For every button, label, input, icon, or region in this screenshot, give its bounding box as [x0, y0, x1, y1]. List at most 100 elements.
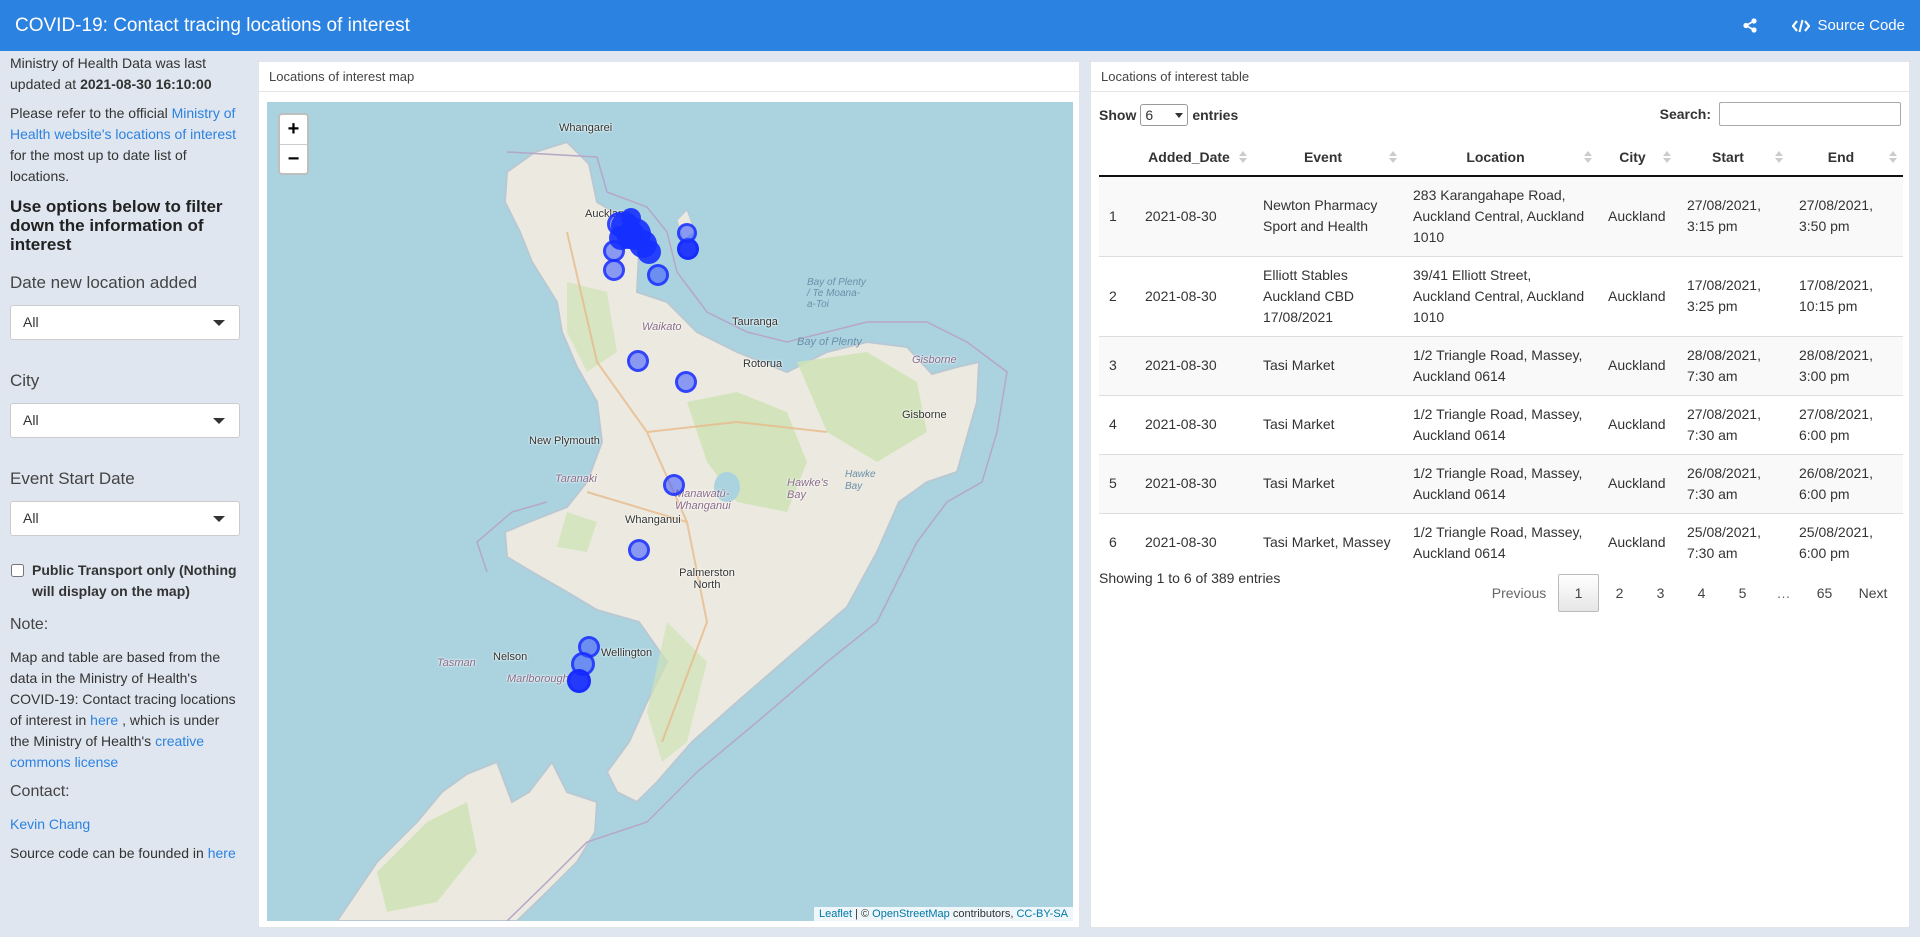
location-marker[interactable]: [677, 223, 697, 243]
table-row[interactable]: 1 2021-08-30 Newton Pharmacy Sport and H…: [1099, 175, 1903, 256]
refer-text: Please refer to the official Ministry of…: [10, 103, 240, 187]
contact-link[interactable]: Kevin Chang: [10, 816, 90, 832]
source-text-prefix: Source code can be founded in: [10, 845, 208, 861]
table-row[interactable]: 2 2021-08-30 Elliott Stables Auckland CB…: [1099, 255, 1903, 336]
cell-added-date: 2021-08-30: [1135, 453, 1253, 513]
osm-link[interactable]: OpenStreetMap: [872, 908, 950, 920]
zoom-in-button[interactable]: +: [280, 115, 307, 144]
source-code-here-link[interactable]: here: [208, 845, 236, 861]
event-start-select[interactable]: All: [10, 501, 240, 536]
page-button-2[interactable]: 2: [1599, 574, 1640, 612]
cell-start: 27/08/2021, 3:15 pm: [1677, 175, 1789, 256]
col-header-location-label: Location: [1466, 148, 1525, 165]
code-icon: [1792, 19, 1811, 32]
cell-index: 1: [1099, 175, 1135, 256]
col-header-added-date-label: Added_Date: [1148, 148, 1230, 165]
cell-index: 6: [1099, 512, 1135, 572]
chevron-down-icon: [1175, 112, 1184, 118]
public-transport-label: Public Transport only (Nothing will disp…: [32, 562, 237, 599]
place-tasman: Tasman: [437, 657, 476, 669]
place-nelson: Nelson: [493, 651, 528, 663]
sort-icon: [1775, 151, 1783, 163]
date-added-select[interactable]: All: [10, 305, 240, 340]
location-marker[interactable]: [567, 669, 591, 693]
table-row[interactable]: 6 2021-08-30 Tasi Market, Massey 1/2 Tri…: [1099, 512, 1903, 572]
note-text: Map and table are based from the data in…: [10, 647, 240, 773]
cell-event: Tasi Market: [1253, 453, 1403, 513]
leaflet-map[interactable]: Whangarei Auckland Waikato Tauranga Bay …: [267, 102, 1073, 921]
col-header-index: [1099, 138, 1135, 177]
refer-suffix: for the most up to date list of location…: [10, 147, 187, 184]
page-button-3[interactable]: 3: [1640, 574, 1681, 612]
zoom-control: + −: [278, 113, 309, 175]
cell-index: 2: [1099, 255, 1135, 336]
zoom-out-button[interactable]: −: [280, 144, 307, 173]
cc-link[interactable]: CC-BY-SA: [1016, 908, 1068, 920]
cell-index: 5: [1099, 453, 1135, 513]
previous-page-button[interactable]: Previous: [1480, 574, 1558, 612]
location-marker[interactable]: [675, 371, 697, 393]
cell-end: 27/08/2021, 3:50 pm: [1789, 175, 1903, 256]
location-marker[interactable]: [663, 474, 685, 496]
table-row[interactable]: 3 2021-08-30 Tasi Market 1/2 Triangle Ro…: [1099, 335, 1903, 395]
sort-icon: [1239, 151, 1247, 163]
col-header-added-date[interactable]: Added_Date: [1135, 138, 1253, 177]
cell-location: 1/2 Triangle Road, Massey, Auckland 0614: [1403, 394, 1598, 454]
table-panel-title: Locations of interest table: [1091, 62, 1909, 92]
col-header-event[interactable]: Event: [1253, 138, 1403, 177]
map-panel: Locations of interest map Whangarei Auck…: [258, 61, 1080, 928]
table-search: Search:: [1660, 102, 1901, 126]
leaflet-link[interactable]: Leaflet: [819, 908, 852, 920]
cell-city: Auckland: [1598, 175, 1677, 256]
pagination: Previous 1 2 3 4 5 … 65 Next: [1480, 574, 1901, 612]
city-select[interactable]: All: [10, 403, 240, 438]
col-header-city[interactable]: City: [1598, 138, 1677, 177]
place-hawke-bay: Hawke Bay: [845, 469, 876, 492]
page-button-65[interactable]: 65: [1804, 574, 1845, 612]
page-ellipsis: …: [1776, 585, 1791, 601]
cell-added-date: 2021-08-30: [1135, 255, 1253, 336]
attribution-sep: | ©: [852, 908, 873, 920]
table-row[interactable]: 4 2021-08-30 Tasi Market 1/2 Triangle Ro…: [1099, 394, 1903, 454]
place-bay-of-plenty-maori: Bay of Plenty / Te Moana-a-Toi: [807, 277, 866, 310]
col-header-location[interactable]: Location: [1403, 138, 1598, 177]
share-button[interactable]: [1743, 18, 1764, 33]
place-whangarei: Whangarei: [559, 122, 613, 134]
search-input[interactable]: [1719, 102, 1901, 126]
city-value: All: [23, 412, 39, 428]
place-gisborne: Gisborne: [902, 409, 947, 421]
date-added-value: All: [23, 314, 39, 330]
location-marker[interactable]: [627, 350, 649, 372]
sort-icon: [1584, 151, 1592, 163]
public-transport-checkbox[interactable]: [11, 564, 24, 577]
page-button-5[interactable]: 5: [1722, 574, 1763, 612]
contact-row: Kevin Chang: [10, 814, 240, 835]
cell-location: 1/2 Triangle Road, Massey, Auckland 0614: [1403, 453, 1598, 513]
cell-city: Auckland: [1598, 335, 1677, 395]
col-header-start-label: Start: [1712, 148, 1744, 165]
place-bay-of-plenty: Bay of Plenty: [797, 336, 862, 348]
place-gisborne-region: Gisborne: [912, 354, 957, 366]
cell-start: 28/08/2021, 7:30 am: [1677, 335, 1789, 395]
app-title: COVID-19: Contact tracing locations of i…: [15, 14, 410, 36]
table-row[interactable]: 5 2021-08-30 Tasi Market 1/2 Triangle Ro…: [1099, 453, 1903, 513]
map-panel-title: Locations of interest map: [259, 62, 1079, 92]
show-label: Show: [1099, 107, 1137, 123]
auckland-marker-cluster[interactable]: [603, 202, 671, 272]
refer-prefix: Please refer to the official: [10, 105, 172, 121]
page-length-select[interactable]: 6: [1140, 104, 1189, 126]
place-marlborough: Marlborough: [507, 673, 569, 685]
col-header-end[interactable]: End: [1789, 138, 1903, 177]
location-marker[interactable]: [628, 539, 650, 561]
table-panel: Locations of interest table Show 6 entri…: [1090, 61, 1910, 928]
page-button-4[interactable]: 4: [1681, 574, 1722, 612]
col-header-start[interactable]: Start: [1677, 138, 1789, 177]
page-length-control: Show 6 entries: [1099, 104, 1238, 126]
source-code-link[interactable]: Source Code: [1792, 17, 1905, 34]
next-page-button[interactable]: Next: [1845, 574, 1901, 612]
sort-icon: [1663, 151, 1671, 163]
data-source-link[interactable]: here: [90, 712, 118, 728]
cell-end: 26/08/2021, 6:00 pm: [1789, 453, 1903, 513]
page-button-1[interactable]: 1: [1558, 574, 1599, 612]
sort-icon: [1889, 151, 1897, 163]
